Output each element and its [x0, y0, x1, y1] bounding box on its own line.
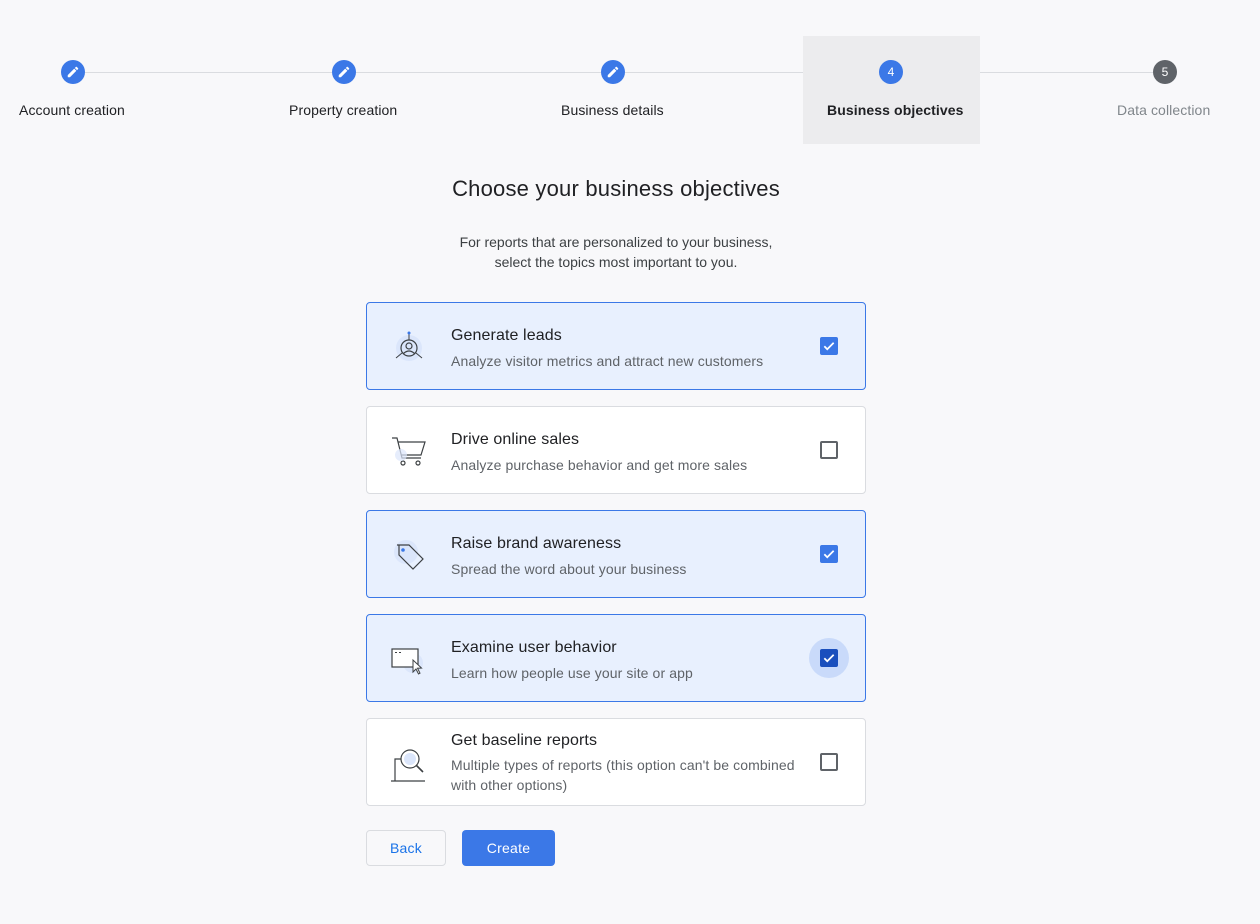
option-description: Spread the word about your business — [451, 561, 687, 577]
checkbox-raise-brand-awareness[interactable] — [809, 534, 849, 574]
step-property-creation[interactable]: Property creation — [270, 36, 420, 144]
option-description: Multiple types of reports (this option c… — [451, 757, 795, 793]
shopping-cart-icon — [389, 431, 429, 471]
checkbox-get-baseline-reports[interactable] — [809, 742, 849, 782]
option-description: Learn how people use your site or app — [451, 665, 693, 681]
checkbox-drive-online-sales[interactable] — [809, 430, 849, 470]
magnifier-report-icon — [389, 743, 429, 783]
checkmark-icon — [820, 649, 838, 667]
option-title: Get baseline reports — [451, 732, 598, 749]
checkbox-examine-user-behavior[interactable] — [809, 638, 849, 678]
leads-icon — [389, 327, 429, 367]
step-label: Property creation — [289, 102, 398, 118]
step-label: Account creation — [19, 102, 125, 118]
create-button[interactable]: Create — [462, 830, 555, 866]
step-business-details[interactable]: Business details — [540, 36, 690, 144]
option-get-baseline-reports[interactable]: Get baseline reports Multiple types of r… — [366, 718, 866, 806]
price-tag-icon — [389, 535, 429, 575]
checkbox-box — [820, 441, 838, 459]
checkmark-icon — [820, 545, 838, 563]
progress-stepper: Account creation Property creation Busin… — [0, 36, 1260, 144]
step-label: Business objectives — [827, 102, 964, 118]
step-label: Data collection — [1117, 102, 1211, 118]
pencil-icon — [61, 60, 85, 84]
option-generate-leads[interactable]: Generate leads Analyze visitor metrics a… — [366, 302, 866, 390]
checkbox-generate-leads[interactable] — [809, 326, 849, 366]
option-raise-brand-awareness[interactable]: Raise brand awareness Spread the word ab… — [366, 510, 866, 598]
page-subtitle: For reports that are personalized to you… — [0, 232, 1232, 272]
step-number-badge: 4 — [879, 60, 903, 84]
option-description: Analyze purchase behavior and get more s… — [451, 457, 748, 473]
page-title: Choose your business objectives — [452, 176, 780, 201]
step-label: Business details — [561, 102, 664, 118]
pencil-icon — [332, 60, 356, 84]
subtitle-line: For reports that are personalized to you… — [459, 234, 773, 250]
pencil-icon — [601, 60, 625, 84]
subtitle-line: select the topics most important to you. — [494, 254, 738, 270]
step-business-objectives[interactable]: 4 Business objectives — [803, 36, 980, 144]
step-number-badge: 5 — [1153, 60, 1177, 84]
step-account-creation[interactable]: Account creation — [0, 36, 150, 144]
browser-cursor-icon — [389, 639, 429, 679]
option-title: Drive online sales — [451, 431, 580, 448]
option-title: Examine user behavior — [451, 639, 617, 656]
objectives-list: Generate leads Analyze visitor metrics a… — [366, 302, 866, 822]
option-examine-user-behavior[interactable]: Examine user behavior Learn how people u… — [366, 614, 866, 702]
checkmark-icon — [820, 337, 838, 355]
step-data-collection[interactable]: 5 Data collection — [1100, 36, 1240, 144]
option-title: Generate leads — [451, 327, 562, 344]
checkbox-box — [820, 753, 838, 771]
back-button[interactable]: Back — [366, 830, 446, 866]
option-drive-online-sales[interactable]: Drive online sales Analyze purchase beha… — [366, 406, 866, 494]
option-description: Analyze visitor metrics and attract new … — [451, 353, 764, 369]
option-title: Raise brand awareness — [451, 535, 622, 552]
